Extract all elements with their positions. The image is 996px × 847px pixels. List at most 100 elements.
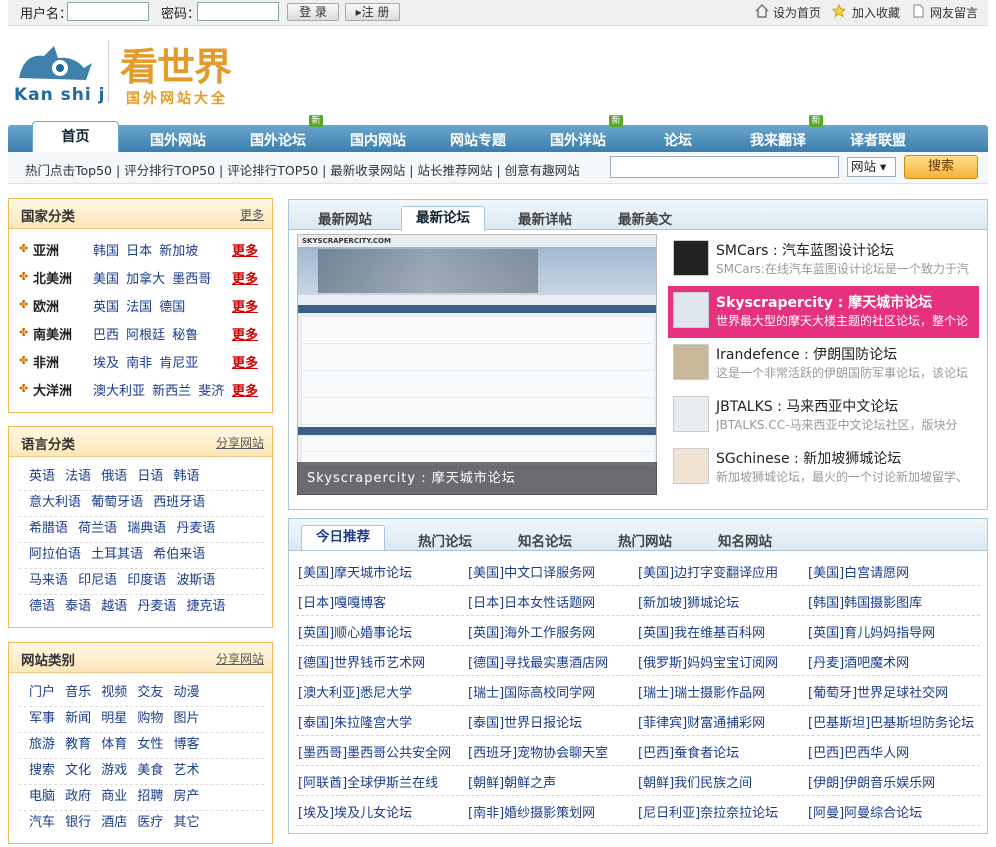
- region-more-link[interactable]: 更多: [232, 240, 258, 259]
- tab-latest-sites[interactable]: 最新网站: [318, 208, 372, 228]
- recommend-link[interactable]: [德国]寻找最实惠酒店网: [468, 652, 608, 671]
- recommend-link[interactable]: [美国]边打字变翻译应用: [638, 562, 778, 581]
- recommend-link[interactable]: [日本]嘎嘎博客: [298, 592, 386, 611]
- recommend-link[interactable]: [南非]婚纱摄影策划网: [468, 802, 595, 821]
- region-more-link[interactable]: 更多: [232, 324, 258, 343]
- username-input[interactable]: [67, 2, 149, 21]
- forum-item-active[interactable]: Skyscrapercity : 摩天城市论坛 世界最大型的摩天大楼主题的社区论…: [668, 286, 979, 338]
- nav-foreign-details[interactable]: 国外详站: [533, 130, 623, 150]
- tab-famous-forums[interactable]: 知名论坛: [518, 530, 572, 550]
- language-links[interactable]: 德语 泰语 越语 丹麦语 捷克语: [19, 595, 264, 621]
- forum-title[interactable]: Irandefence : 伊朗国防论坛: [716, 344, 897, 364]
- site-type-links[interactable]: 汽车 银行 酒店 医疗 其它: [19, 811, 264, 837]
- recommend-link[interactable]: [英国]育儿妈妈指导网: [808, 622, 935, 641]
- site-type-links[interactable]: 旅游 教育 体育 女性 博客: [19, 733, 264, 759]
- recommend-link[interactable]: [朝鲜]我们民族之间: [638, 772, 752, 791]
- country-links[interactable]: 美国 加拿大 墨西哥: [93, 268, 211, 287]
- recommend-link[interactable]: [尼日利亚]奈拉奈拉论坛: [638, 802, 778, 821]
- recommend-link[interactable]: [瑞士]国际高校同学网: [468, 682, 595, 701]
- share-site-link[interactable]: 分享网站: [216, 434, 264, 451]
- forum-title[interactable]: SGchinese : 新加坡狮城论坛: [716, 448, 901, 468]
- login-button[interactable]: 登 录: [287, 3, 339, 21]
- recommend-link[interactable]: [泰国]朱拉隆宫大学: [298, 712, 412, 731]
- forum-item[interactable]: SGchinese : 新加坡狮城论坛 新加坡狮城论坛，最火的一个讨论新加坡留学…: [668, 442, 979, 494]
- screenshot-caption[interactable]: Skyscrapercity : 摩天城市论坛: [297, 462, 657, 495]
- recommend-link[interactable]: [澳大利亚]悉尼大学: [298, 682, 412, 701]
- nav-foreign-forums[interactable]: 国外论坛: [233, 130, 323, 150]
- country-links[interactable]: 韩国 日本 新加坡: [93, 240, 198, 259]
- search-input[interactable]: [610, 156, 839, 178]
- sub-nav-links[interactable]: 热门点击Top50 | 评分排行TOP50 | 评论排行TOP50 | 最新收录…: [25, 160, 580, 179]
- recommend-link[interactable]: [英国]顺心婚事论坛: [298, 622, 412, 641]
- site-type-links[interactable]: 搜索 文化 游戏 美食 艺术: [19, 759, 264, 785]
- region-name[interactable]: 欧洲: [33, 296, 59, 315]
- recommend-link[interactable]: [新加坡]狮城论坛: [638, 592, 739, 611]
- tab-famous-sites[interactable]: 知名网站: [718, 530, 772, 550]
- forum-item[interactable]: JBTALKS : 马来西亚中文论坛 JBTALKS.CC-马来西亚中文论坛社区…: [668, 390, 979, 442]
- recommend-link[interactable]: [阿联酋]全球伊斯兰在线: [298, 772, 438, 791]
- tab-latest-posts[interactable]: 最新详帖: [518, 208, 572, 228]
- recommend-link[interactable]: [巴西]巴西华人网: [808, 742, 909, 761]
- recommend-link[interactable]: [英国]海外工作服务网: [468, 622, 595, 641]
- forum-title[interactable]: JBTALKS : 马来西亚中文论坛: [716, 396, 898, 416]
- tab-hot-forums[interactable]: 热门论坛: [418, 530, 472, 550]
- country-links[interactable]: 澳大利亚 新西兰 斐济: [93, 380, 224, 399]
- recommend-link[interactable]: [伊朗]伊朗音乐娱乐网: [808, 772, 935, 791]
- country-links[interactable]: 巴西 阿根廷 秘鲁: [93, 324, 198, 343]
- recommend-link[interactable]: [日本]日本女性话题网: [468, 592, 595, 611]
- nav-domestic-sites[interactable]: 国内网站: [333, 130, 423, 150]
- forum-item[interactable]: Irandefence : 伊朗国防论坛 这是一个非常活跃的伊朗国防军事论坛，该…: [668, 338, 979, 390]
- recommend-link[interactable]: [美国]摩天城市论坛: [298, 562, 412, 581]
- region-name[interactable]: 北美洲: [33, 268, 72, 287]
- tab-hot-sites[interactable]: 热门网站: [618, 530, 672, 550]
- recommend-link[interactable]: [朝鲜]朝鲜之声: [468, 772, 556, 791]
- recommend-link[interactable]: [阿曼]阿曼综合论坛: [808, 802, 922, 821]
- language-links[interactable]: 马来语 印尼语 印度语 波斯语: [19, 569, 264, 595]
- region-more-link[interactable]: 更多: [232, 268, 258, 287]
- site-type-links[interactable]: 门户 音乐 视频 交友 动漫: [19, 681, 264, 707]
- site-type-links[interactable]: 军事 新闻 明星 购物 图片: [19, 707, 264, 733]
- recommend-link[interactable]: [泰国]世界日报论坛: [468, 712, 582, 731]
- search-type-select[interactable]: 网站 ▾: [847, 157, 896, 177]
- nav-home[interactable]: 首页: [32, 121, 119, 153]
- forum-item[interactable]: SMCars : 汽车蓝图设计论坛 SMCars:在线汽车蓝图设计论坛是一个致力…: [668, 234, 979, 286]
- recommend-link[interactable]: [巴基斯坦]巴基斯坦防务论坛: [808, 712, 974, 731]
- search-button[interactable]: 搜索: [904, 155, 978, 179]
- recommend-link[interactable]: [葡萄牙]世界足球社交网: [808, 682, 948, 701]
- register-button[interactable]: ▸注 册: [345, 3, 400, 21]
- region-name[interactable]: 南美洲: [33, 324, 72, 343]
- language-links[interactable]: 英语 法语 俄语 日语 韩语: [19, 465, 264, 491]
- share-site-link[interactable]: 分享网站: [216, 650, 264, 667]
- recommend-link[interactable]: [巴西]蚕食者论坛: [638, 742, 739, 761]
- language-links[interactable]: 意大利语 葡萄牙语 西班牙语: [19, 491, 264, 517]
- language-links[interactable]: 希腊语 荷兰语 瑞典语 丹麦语: [19, 517, 264, 543]
- favorite-link[interactable]: 加入收藏: [852, 4, 900, 21]
- recommend-link[interactable]: [美国]中文口译服务网: [468, 562, 595, 581]
- nav-forum[interactable]: 论坛: [633, 130, 723, 150]
- tab-latest-forums[interactable]: 最新论坛: [401, 206, 485, 231]
- site-type-links[interactable]: 电脑 政府 商业 招聘 房产: [19, 785, 264, 811]
- recommend-link[interactable]: [德国]世界钱币艺术网: [298, 652, 425, 671]
- nav-foreign-sites[interactable]: 国外网站: [133, 130, 223, 150]
- region-name[interactable]: 亚洲: [33, 240, 59, 259]
- guestbook-link[interactable]: 网友留言: [930, 4, 978, 21]
- recommend-link[interactable]: [英国]我在维基百科网: [638, 622, 765, 641]
- forum-title[interactable]: Skyscrapercity : 摩天城市论坛: [716, 292, 932, 312]
- region-more-link[interactable]: 更多: [232, 380, 258, 399]
- region-more-link[interactable]: 更多: [232, 352, 258, 371]
- more-link[interactable]: 更多: [240, 206, 264, 223]
- nav-site-topics[interactable]: 网站专题: [433, 130, 523, 150]
- region-more-link[interactable]: 更多: [232, 296, 258, 315]
- recommend-link[interactable]: [韩国]韩国摄影图库: [808, 592, 922, 611]
- language-links[interactable]: 阿拉伯语 土耳其语 希伯来语: [19, 543, 264, 569]
- recommend-link[interactable]: [美国]白宫请愿网: [808, 562, 909, 581]
- recommend-link[interactable]: [埃及]埃及儿女论坛: [298, 802, 412, 821]
- country-links[interactable]: 英国 法国 德国: [93, 296, 185, 315]
- recommend-link[interactable]: [瑞士]瑞士摄影作品网: [638, 682, 765, 701]
- recommend-link[interactable]: [俄罗斯]妈妈宝宝订阅网: [638, 652, 778, 671]
- nav-translate[interactable]: 我来翻译: [733, 130, 823, 150]
- recommend-link[interactable]: [墨西哥]墨西哥公共安全网: [298, 742, 451, 761]
- password-input[interactable]: [197, 2, 279, 21]
- forum-title[interactable]: SMCars : 汽车蓝图设计论坛: [716, 240, 894, 260]
- recommend-link[interactable]: [丹麦]酒吧魔术网: [808, 652, 909, 671]
